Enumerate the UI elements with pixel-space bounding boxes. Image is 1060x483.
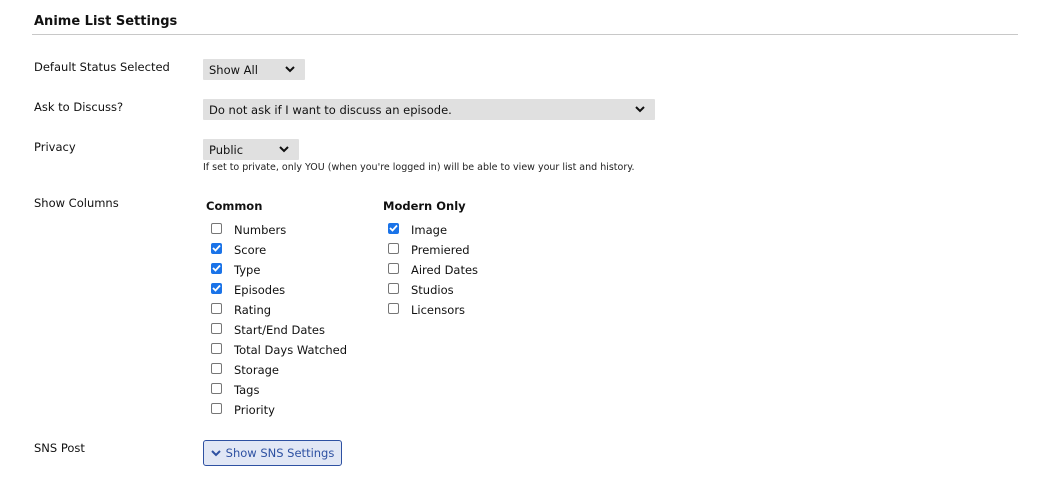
chevron-down-icon xyxy=(210,449,221,457)
anime-list-settings-page: Anime List Settings Default Status Selec… xyxy=(0,0,1060,483)
privacy-label: Privacy xyxy=(34,140,76,154)
checkbox-unchecked[interactable] xyxy=(211,382,222,394)
default-status-select[interactable]: Show All xyxy=(203,59,305,80)
column-option-image[interactable]: Image xyxy=(388,222,447,238)
column-option-total-days-watched[interactable]: Total Days Watched xyxy=(211,342,347,358)
default-status-label: Default Status Selected xyxy=(34,60,170,74)
checkbox-unchecked[interactable] xyxy=(211,222,222,234)
chevron-down-icon xyxy=(277,143,291,157)
modern-columns-heading: Modern Only xyxy=(383,199,466,213)
column-option-label: Start/End Dates xyxy=(234,323,325,337)
column-option-label: Image xyxy=(411,223,448,237)
column-option-studios[interactable]: Studios xyxy=(388,282,454,298)
column-option-tags[interactable]: Tags xyxy=(211,382,259,398)
checkbox-unchecked[interactable] xyxy=(211,402,222,414)
checkbox-unchecked[interactable] xyxy=(211,322,222,334)
column-option-label: Type xyxy=(234,263,261,277)
checkbox-unchecked[interactable] xyxy=(388,302,399,314)
checkbox-unchecked[interactable] xyxy=(211,342,222,354)
column-option-label: Storage xyxy=(234,363,279,377)
checkbox-unchecked[interactable] xyxy=(388,262,399,274)
checkbox-checked[interactable] xyxy=(211,262,222,274)
column-option-label: Studios xyxy=(411,283,454,297)
title-divider xyxy=(32,34,1018,35)
checkbox-unchecked[interactable] xyxy=(211,362,222,374)
column-option-label: Rating xyxy=(234,303,272,317)
column-option-licensors[interactable]: Licensors xyxy=(388,302,465,318)
default-status-value: Show All xyxy=(209,62,258,77)
show-sns-settings-button[interactable]: Show SNS Settings xyxy=(203,440,342,466)
column-option-episodes[interactable]: Episodes xyxy=(211,282,285,298)
column-option-storage[interactable]: Storage xyxy=(211,362,279,378)
column-option-label: Tags xyxy=(234,383,260,397)
chevron-down-icon xyxy=(633,103,647,117)
column-option-label: Numbers xyxy=(234,223,287,237)
column-option-label: Total Days Watched xyxy=(234,343,348,357)
column-option-label: Priority xyxy=(234,403,275,417)
checkbox-unchecked[interactable] xyxy=(388,282,399,294)
checkbox-unchecked[interactable] xyxy=(211,302,222,314)
checkbox-checked[interactable] xyxy=(211,282,222,294)
column-option-label: Premiered xyxy=(411,243,470,257)
column-option-label: Score xyxy=(234,243,267,257)
column-option-type[interactable]: Type xyxy=(211,262,260,278)
show-columns-label: Show Columns xyxy=(34,196,119,210)
column-option-start-end-dates[interactable]: Start/End Dates xyxy=(211,322,325,338)
column-option-label: Aired Dates xyxy=(411,263,479,277)
column-option-priority[interactable]: Priority xyxy=(211,402,275,418)
show-sns-settings-label: Show SNS Settings xyxy=(225,446,335,460)
sns-post-label: SNS Post xyxy=(34,441,85,455)
section-title: Anime List Settings xyxy=(34,14,178,29)
column-option-numbers[interactable]: Numbers xyxy=(211,222,286,238)
column-option-rating[interactable]: Rating xyxy=(211,302,271,318)
column-option-label: Episodes xyxy=(234,283,286,297)
chevron-down-icon xyxy=(283,63,297,77)
privacy-note: If set to private, only YOU (when you're… xyxy=(203,162,635,173)
discuss-label: Ask to Discuss? xyxy=(34,100,124,114)
privacy-value: Public xyxy=(209,142,244,157)
column-option-aired-dates[interactable]: Aired Dates xyxy=(388,262,478,278)
discuss-value: Do not ask if I want to discuss an episo… xyxy=(209,102,452,117)
checkbox-checked[interactable] xyxy=(388,222,399,234)
checkbox-checked[interactable] xyxy=(211,242,222,254)
discuss-select[interactable]: Do not ask if I want to discuss an episo… xyxy=(203,99,655,120)
column-option-score[interactable]: Score xyxy=(211,242,266,258)
column-option-premiered[interactable]: Premiered xyxy=(388,242,470,258)
column-option-label: Licensors xyxy=(411,303,466,317)
privacy-select[interactable]: Public xyxy=(203,139,299,160)
common-columns-heading: Common xyxy=(206,199,263,213)
checkbox-unchecked[interactable] xyxy=(388,242,399,254)
